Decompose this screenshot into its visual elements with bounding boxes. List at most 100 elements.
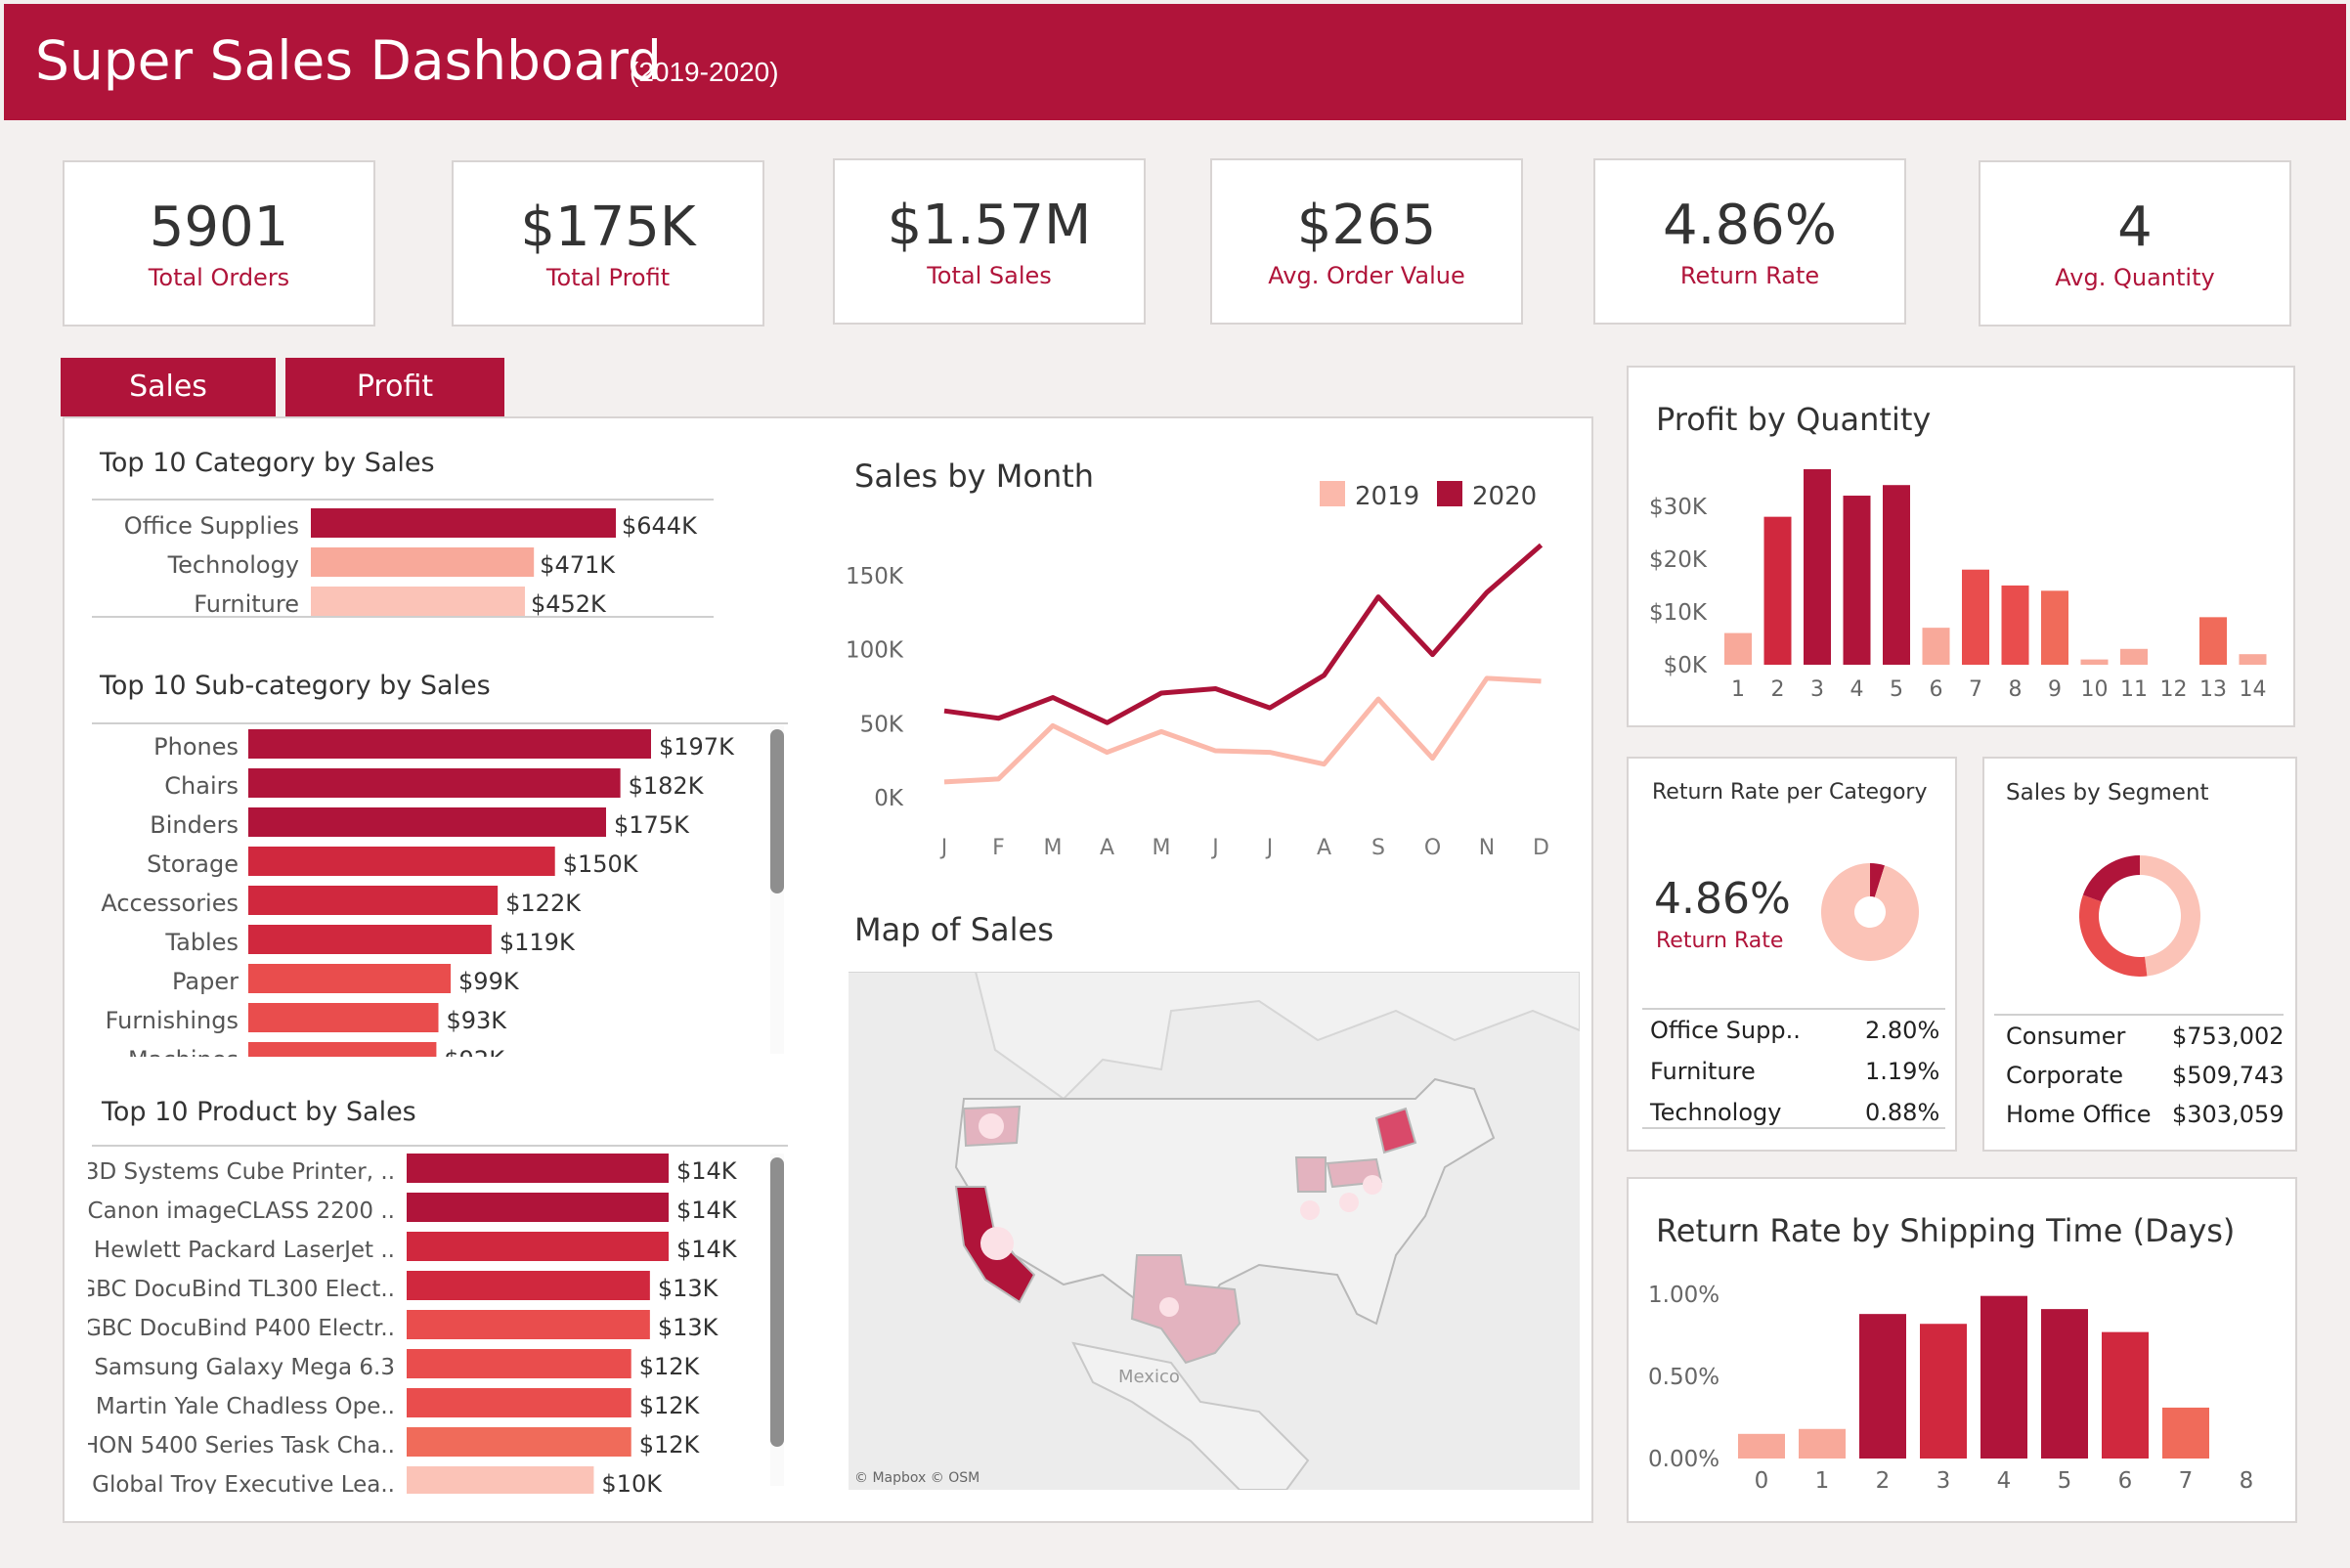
shipping-bar bbox=[2162, 1407, 2209, 1459]
month-x-tick: A bbox=[1317, 836, 1331, 860]
legend-swatch-2020 bbox=[1437, 481, 1462, 506]
month-x-tick: A bbox=[1100, 836, 1114, 860]
shipping-x-tick: 1 bbox=[1815, 1468, 1830, 1494]
subcategory-chart-title: Top 10 Sub-category by Sales bbox=[100, 671, 491, 701]
subcategory-tick-label: Chairs bbox=[164, 772, 239, 800]
shipping-x-tick: 2 bbox=[1876, 1468, 1891, 1494]
quantity-bar bbox=[1724, 632, 1752, 665]
subcategory-tick-label: Storage bbox=[147, 850, 239, 878]
return-row-value: 0.88% bbox=[1865, 1099, 1940, 1126]
quantity-bar bbox=[1883, 485, 1910, 665]
kpi-label: Avg. Order Value bbox=[1268, 262, 1465, 289]
kpi-total-profit: $175K Total Profit bbox=[452, 160, 764, 327]
quantity-x-tick: 14 bbox=[2240, 677, 2267, 702]
product-data-label: $14K bbox=[676, 1157, 738, 1185]
map-marker-california[interactable] bbox=[980, 1227, 1014, 1260]
return-row-value: 1.19% bbox=[1865, 1058, 1940, 1085]
product-data-label: $14K bbox=[676, 1236, 738, 1263]
segment-row-name: Corporate bbox=[2006, 1062, 2123, 1089]
return-rate-label: Return Rate bbox=[1656, 929, 1784, 953]
category-bar bbox=[311, 508, 616, 538]
month-x-tick: M bbox=[1044, 836, 1063, 860]
subcategory-bar bbox=[248, 729, 651, 759]
subcategory-scroll-thumb[interactable] bbox=[770, 729, 784, 893]
return-row-value: 2.80% bbox=[1865, 1017, 1940, 1044]
shipping-bar bbox=[1799, 1428, 1846, 1459]
segment-donut-slice bbox=[2079, 894, 2148, 977]
shipping-bar bbox=[2102, 1331, 2149, 1459]
map-marker-texas[interactable] bbox=[1159, 1297, 1179, 1317]
return-row-name: Furniture bbox=[1650, 1058, 1756, 1085]
sales-map[interactable]: Mexico © Mapbox © OSM bbox=[849, 972, 1580, 1490]
map-title: Map of Sales bbox=[854, 911, 1054, 948]
shipping-bar bbox=[1980, 1295, 2027, 1459]
tab-sales[interactable]: Sales bbox=[61, 358, 276, 416]
kpi-label: Avg. Quantity bbox=[2055, 264, 2215, 291]
month-x-tick: D bbox=[1533, 836, 1549, 860]
quantity-x-tick: 5 bbox=[1890, 677, 1903, 702]
product-tick-label: Samsung Galaxy Mega 6.3 bbox=[94, 1355, 395, 1380]
kpi-value: 5901 bbox=[149, 196, 289, 259]
shipping-bar bbox=[1738, 1433, 1785, 1459]
quantity-bar bbox=[1962, 569, 1989, 665]
segment-donut-slice bbox=[2140, 855, 2200, 977]
subcategory-data-label: $119K bbox=[500, 929, 576, 956]
shipping-chart-title: Return Rate by Shipping Time (Days) bbox=[1656, 1212, 2236, 1249]
quantity-x-tick: 4 bbox=[1850, 677, 1864, 702]
product-bar bbox=[407, 1466, 594, 1494]
subcategory-tick-label: Binders bbox=[150, 811, 239, 839]
kpi-value: $175K bbox=[520, 196, 696, 259]
kpi-label: Total Profit bbox=[545, 264, 671, 291]
product-chart: 3D Systems Cube Printer, .. $14K Canon ima… bbox=[88, 1145, 788, 1494]
shipping-y-tick: 1.00% bbox=[1648, 1283, 1719, 1308]
category-data-label: $471K bbox=[540, 551, 616, 579]
shipping-y-tick: 0.00% bbox=[1648, 1447, 1719, 1472]
map-marker-pennsylvania[interactable] bbox=[1339, 1193, 1359, 1212]
kpi-label: Total Sales bbox=[927, 262, 1052, 289]
tab-profit[interactable]: Profit bbox=[285, 358, 504, 416]
return-rate-donut bbox=[1821, 863, 1919, 961]
subcategory-data-label: $197K bbox=[659, 733, 735, 761]
page-subtitle: (2019-2020) bbox=[630, 57, 779, 87]
quantity-x-tick: 12 bbox=[2160, 677, 2188, 702]
map-marker-washington[interactable] bbox=[979, 1113, 1004, 1139]
category-chart: Office Supplies $644K Technology $471K Furni… bbox=[92, 499, 714, 618]
return-rate-value: 4.86% bbox=[1654, 874, 1791, 924]
shipping-x-tick: 7 bbox=[2179, 1468, 2194, 1494]
quantity-bar bbox=[1922, 628, 1950, 665]
quantity-y-tick: $30K bbox=[1649, 495, 1708, 520]
month-y-tick: 0K bbox=[874, 786, 904, 811]
quantity-x-tick: 13 bbox=[2199, 677, 2227, 702]
segment-panel-title: Sales by Segment bbox=[2006, 780, 2209, 806]
product-scroll-thumb[interactable] bbox=[770, 1157, 784, 1447]
subcategory-chart: Phones $197K Chairs $182K Binders $175K Storag… bbox=[92, 722, 788, 1057]
month-chart: 2019 2020 150K 100K 50K 0K J F M A M J J A S O N D bbox=[846, 481, 1549, 860]
shipping-x-tick: 5 bbox=[2058, 1468, 2072, 1494]
category-tick-label: Office Supplies bbox=[124, 512, 299, 540]
category-tick-label: Furniture bbox=[194, 590, 299, 618]
month-x-tick: M bbox=[1153, 836, 1171, 860]
shipping-x-tick: 3 bbox=[1937, 1468, 1951, 1494]
shipping-chart: 1.00% 0.50% 0.00% 0 1 2 3 4 5 6 7 8 bbox=[1648, 1283, 2253, 1494]
month-y-tick: 100K bbox=[846, 638, 904, 664]
shipping-y-tick: 0.50% bbox=[1648, 1365, 1719, 1390]
segment-donut-slice bbox=[2082, 855, 2140, 902]
segment-row-value: $303,059 bbox=[2172, 1101, 2285, 1128]
subcategory-data-label: $182K bbox=[629, 772, 705, 800]
state-ohio[interactable] bbox=[1294, 1156, 1327, 1193]
product-bar bbox=[407, 1349, 631, 1378]
segment-row-name: Home Office bbox=[2006, 1101, 2152, 1128]
map-marker-new-york[interactable] bbox=[1363, 1175, 1382, 1195]
subcategory-data-label: $93K bbox=[446, 1007, 507, 1034]
subcategory-bar bbox=[248, 886, 499, 915]
shipping-x-tick: 0 bbox=[1755, 1468, 1769, 1494]
subcategory-data-label: $99K bbox=[458, 968, 520, 995]
quantity-y-tick: $0K bbox=[1664, 653, 1708, 678]
map-marker-ohio[interactable] bbox=[1300, 1200, 1320, 1220]
shipping-bar bbox=[1859, 1314, 1906, 1459]
category-bar bbox=[311, 547, 535, 577]
product-data-label: $12K bbox=[639, 1392, 701, 1419]
month-x-tick: O bbox=[1424, 836, 1441, 860]
kpi-value: 4 bbox=[2117, 196, 2153, 259]
month-x-tick: S bbox=[1371, 836, 1385, 860]
